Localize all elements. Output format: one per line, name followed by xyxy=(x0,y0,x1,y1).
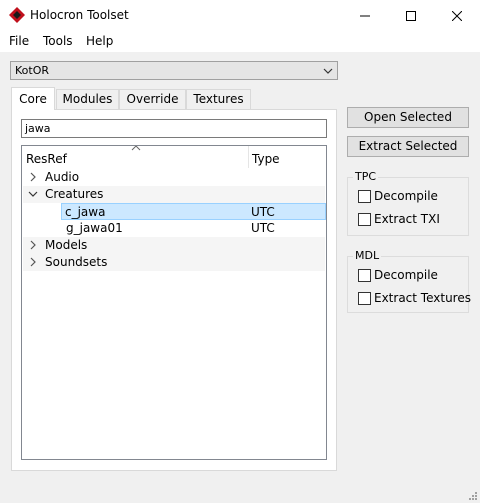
mdl-decompile-label[interactable]: Decompile xyxy=(374,268,438,282)
group-title-mdl: MDL xyxy=(353,249,382,262)
chevron-right-icon xyxy=(30,240,36,250)
maximize-button[interactable] xyxy=(388,0,434,31)
chevron-down-icon xyxy=(323,68,333,74)
tree-item-label: g_jawa01 xyxy=(66,221,123,235)
search-input[interactable]: jawa xyxy=(21,119,327,138)
tab-core[interactable]: Core xyxy=(11,87,55,110)
mdl-extract-textures-checkbox[interactable] xyxy=(358,292,371,305)
title-bar[interactable]: Holocron Toolset xyxy=(0,0,480,31)
tree-item-label: Models xyxy=(45,238,88,252)
tpc-options-group: TPC Decompile Extract TXI xyxy=(347,170,469,236)
open-selected-button[interactable]: Open Selected xyxy=(347,107,469,128)
window-title: Holocron Toolset xyxy=(30,8,129,22)
column-header-resref[interactable]: ResRef xyxy=(26,152,67,166)
menu-file[interactable]: File xyxy=(9,34,29,48)
tab-modules[interactable]: Modules xyxy=(56,89,119,109)
tree-item-label: Audio xyxy=(45,170,80,184)
mdl-extract-textures-label[interactable]: Extract Textures xyxy=(374,291,471,305)
tree-item-type: UTC xyxy=(251,221,275,235)
extract-selected-button[interactable]: Extract Selected xyxy=(347,136,469,157)
mdl-decompile-checkbox[interactable] xyxy=(358,269,371,282)
tab-textures[interactable]: Textures xyxy=(186,89,251,109)
resource-tree[interactable]: ResRef Type Audio Creatures c_jawa UTC g… xyxy=(21,145,327,460)
tree-row-audio[interactable]: Audio xyxy=(23,169,325,186)
menu-tools[interactable]: Tools xyxy=(43,34,73,48)
tree-item-type: UTC xyxy=(251,205,275,219)
maximize-icon xyxy=(406,10,416,21)
game-select[interactable]: KotOR xyxy=(10,61,338,80)
chevron-down-icon xyxy=(28,191,38,197)
holocron-diamond-icon xyxy=(9,7,25,23)
tab-override[interactable]: Override xyxy=(119,89,186,109)
chevron-right-icon xyxy=(30,172,36,182)
game-select-value: KotOR xyxy=(15,64,50,77)
close-icon xyxy=(452,10,462,21)
sort-ascending-icon xyxy=(131,146,141,151)
tree-row-soundsets[interactable]: Soundsets xyxy=(23,254,325,271)
column-header-type[interactable]: Type xyxy=(252,152,280,166)
tree-row-c-jawa[interactable]: c_jawa UTC xyxy=(61,203,326,220)
minimize-button[interactable] xyxy=(342,0,388,31)
tpc-extract-txi-checkbox[interactable] xyxy=(358,213,371,226)
resize-grip-icon[interactable] xyxy=(468,491,478,501)
tree-item-label: c_jawa xyxy=(65,205,106,219)
close-button[interactable] xyxy=(434,0,480,31)
chevron-right-icon xyxy=(30,257,36,267)
tpc-extract-txi-label[interactable]: Extract TXI xyxy=(374,212,440,226)
tree-row-models[interactable]: Models xyxy=(23,237,325,254)
tree-item-label: Soundsets xyxy=(45,255,108,269)
tree-item-label: Creatures xyxy=(45,187,104,201)
menu-help[interactable]: Help xyxy=(86,34,113,48)
menu-bar: File Tools Help xyxy=(0,31,480,52)
group-title-tpc: TPC xyxy=(353,170,379,183)
mdl-options-group: MDL Decompile Extract Textures xyxy=(347,249,471,313)
header-divider xyxy=(248,146,249,168)
tree-row-creatures[interactable]: Creatures xyxy=(23,186,325,203)
tpc-decompile-checkbox[interactable] xyxy=(358,190,371,203)
minimize-icon xyxy=(360,15,370,16)
tree-row-g-jawa01[interactable]: g_jawa01 UTC xyxy=(23,220,325,237)
tpc-decompile-label[interactable]: Decompile xyxy=(374,189,438,203)
tree-header: ResRef Type xyxy=(22,146,326,168)
